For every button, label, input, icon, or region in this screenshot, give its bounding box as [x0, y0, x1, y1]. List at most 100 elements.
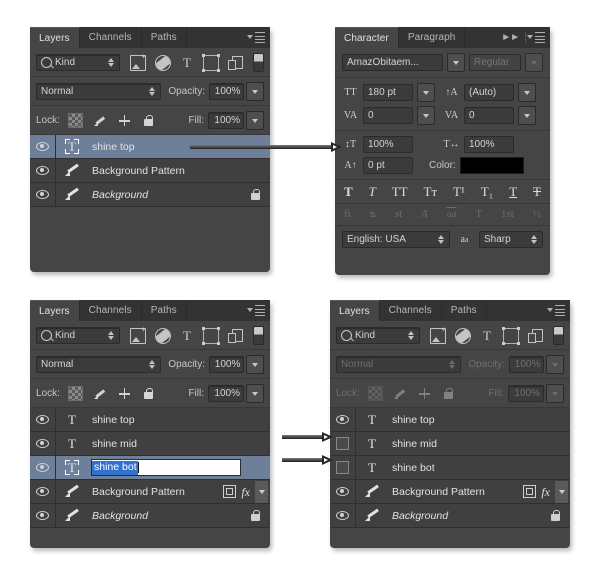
- tab-channels[interactable]: Channels: [79, 300, 142, 321]
- layer-visibility-toggle[interactable]: [30, 456, 56, 479]
- horizontal-scale-input[interactable]: 100%: [464, 136, 514, 153]
- lock-all-icon[interactable]: [142, 387, 155, 400]
- standard-ligatures-button[interactable]: fi: [344, 209, 351, 220]
- layer-visibility-toggle[interactable]: [330, 408, 356, 431]
- layer-thumbnail[interactable]: [56, 484, 88, 499]
- adjustment-layer-filter-icon[interactable]: [155, 54, 171, 71]
- vertical-scale-input[interactable]: 100%: [363, 136, 413, 153]
- tab-character[interactable]: Character: [335, 27, 399, 48]
- tab-paths[interactable]: Paths: [441, 300, 487, 321]
- layer-thumbnail[interactable]: [56, 508, 88, 523]
- titling-alternates-button[interactable]: aa: [447, 209, 457, 220]
- font-family-select[interactable]: AmazObitaem...: [342, 54, 443, 71]
- shape-layer-filter-icon[interactable]: [502, 326, 520, 345]
- tab-paragraph[interactable]: Paragraph: [398, 27, 466, 48]
- fill-dropdown-button[interactable]: [246, 111, 264, 130]
- filter-toggle-switch[interactable]: [553, 326, 564, 345]
- tab-channels[interactable]: Channels: [79, 27, 142, 48]
- layer-thumbnail[interactable]: T: [356, 413, 388, 426]
- layer-visibility-toggle[interactable]: [30, 480, 56, 503]
- fill-input[interactable]: 100%: [208, 112, 244, 129]
- layer-visibility-toggle[interactable]: [30, 135, 56, 158]
- tracking-input[interactable]: 0: [464, 107, 514, 124]
- strikethrough-button[interactable]: T: [533, 185, 541, 198]
- panel-menu-button[interactable]: [247, 32, 265, 43]
- underline-button[interactable]: T: [509, 185, 517, 198]
- pixel-layer-filter-icon[interactable]: [130, 326, 146, 344]
- smart-object-filter-icon[interactable]: [528, 328, 543, 343]
- filter-kind-select[interactable]: Kind: [36, 54, 120, 71]
- blend-mode-select[interactable]: Normal: [36, 356, 162, 373]
- layer-name[interactable]: Background Pattern: [88, 165, 185, 177]
- layer-effects-fx-icon[interactable]: fx: [541, 486, 550, 498]
- superscript-button[interactable]: T¹: [453, 185, 465, 198]
- lock-transparent-pixels-icon[interactable]: [67, 113, 83, 128]
- filter-toggle-switch[interactable]: [253, 326, 264, 345]
- layer-rename-input[interactable]: shine bot: [91, 459, 241, 476]
- table-row[interactable]: T shine top: [30, 408, 270, 432]
- type-layer-filter-icon[interactable]: T: [180, 328, 194, 343]
- expand-effects-toggle[interactable]: [255, 480, 268, 503]
- layer-name[interactable]: shine top: [88, 141, 135, 153]
- layer-name[interactable]: shine top: [88, 414, 135, 426]
- all-caps-button[interactable]: TT: [392, 185, 408, 198]
- layer-thumbnail[interactable]: [356, 508, 388, 523]
- faux-bold-button[interactable]: T: [344, 185, 353, 198]
- opacity-input[interactable]: 100%: [209, 83, 245, 100]
- layer-visibility-toggle[interactable]: [330, 504, 356, 527]
- layer-visibility-toggle[interactable]: [30, 408, 56, 431]
- blend-mode-select[interactable]: Normal: [36, 83, 162, 100]
- layer-mask-icon[interactable]: [223, 485, 237, 498]
- lock-position-icon[interactable]: [118, 114, 131, 127]
- filter-kind-select[interactable]: Kind: [336, 327, 420, 344]
- expand-effects-toggle[interactable]: [555, 480, 568, 503]
- layer-thumbnail[interactable]: T: [356, 437, 388, 450]
- tab-paths[interactable]: Paths: [141, 27, 187, 48]
- layer-thumbnail[interactable]: [356, 484, 388, 499]
- layer-name[interactable]: shine top: [388, 414, 435, 426]
- ordinals-button[interactable]: 1st: [501, 209, 514, 220]
- shape-layer-filter-icon[interactable]: [202, 53, 220, 72]
- table-row[interactable]: T shine bot: [330, 456, 570, 480]
- pixel-layer-filter-icon[interactable]: [130, 53, 146, 71]
- leading-input[interactable]: (Auto): [464, 84, 514, 101]
- fill-input[interactable]: 100%: [208, 385, 244, 402]
- baseline-shift-input[interactable]: 0 pt: [363, 157, 413, 174]
- filter-toggle-switch[interactable]: [253, 53, 264, 72]
- lock-image-pixels-icon[interactable]: [93, 387, 107, 400]
- layer-thumbnail[interactable]: T: [356, 461, 388, 474]
- layer-thumbnail[interactable]: T: [56, 413, 88, 426]
- language-select[interactable]: English: USA: [342, 231, 450, 248]
- layer-name[interactable]: Background: [388, 510, 448, 522]
- font-family-dropdown[interactable]: [447, 53, 465, 72]
- opacity-dropdown-button[interactable]: [246, 355, 264, 374]
- layer-name[interactable]: shine mid: [388, 438, 437, 450]
- layer-thumbnail[interactable]: T: [56, 437, 88, 450]
- layer-name[interactable]: Background: [88, 510, 148, 522]
- fractions-button[interactable]: ½: [533, 209, 541, 220]
- tab-paths[interactable]: Paths: [141, 300, 187, 321]
- layer-name[interactable]: Background Pattern: [388, 486, 485, 498]
- table-row[interactable]: Background Pattern fx: [30, 480, 270, 504]
- layer-visibility-toggle[interactable]: [30, 432, 56, 455]
- table-row[interactable]: Background: [30, 183, 270, 207]
- layer-thumbnail[interactable]: T: [56, 460, 88, 475]
- contextual-alternates-button[interactable]: ᴓ: [370, 209, 376, 220]
- panel-menu-button[interactable]: [247, 305, 265, 316]
- table-row[interactable]: Background: [30, 504, 270, 528]
- layer-thumbnail[interactable]: [56, 187, 88, 202]
- text-color-swatch[interactable]: [459, 157, 524, 174]
- layer-visibility-toggle[interactable]: [30, 183, 56, 206]
- table-row[interactable]: Background: [330, 504, 570, 528]
- tab-layers[interactable]: Layers: [330, 300, 380, 321]
- small-caps-button[interactable]: Tт: [424, 185, 438, 198]
- kerning-input[interactable]: 0: [363, 107, 413, 124]
- type-layer-filter-icon[interactable]: T: [180, 55, 194, 70]
- subscript-button[interactable]: T₁: [481, 185, 493, 198]
- swash-button[interactable]: A: [421, 209, 428, 220]
- table-row[interactable]: T shine bot: [30, 456, 270, 480]
- font-style-dropdown[interactable]: [525, 53, 543, 72]
- fill-dropdown-button[interactable]: [246, 384, 264, 403]
- layer-visibility-toggle[interactable]: [30, 504, 56, 527]
- discretionary-ligatures-button[interactable]: st: [395, 209, 402, 220]
